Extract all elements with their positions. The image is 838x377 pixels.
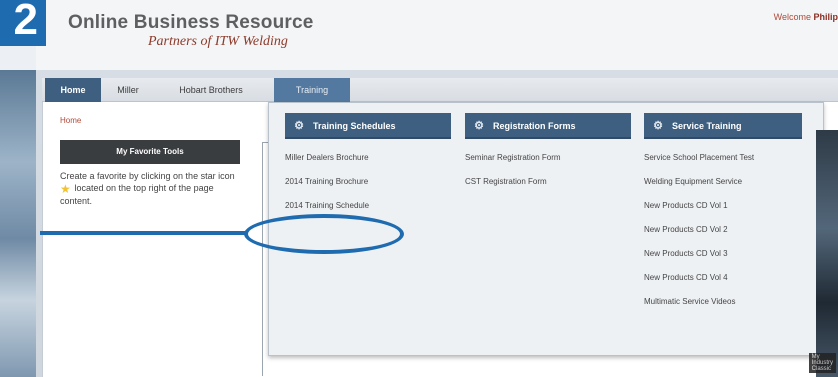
dropdown-link[interactable]: New Products CD Vol 4 xyxy=(644,272,802,296)
column-heading: ⚙ Training Schedules xyxy=(285,113,451,139)
dropdown-column-service-training: ⚙ Service Training Service School Placeme… xyxy=(644,113,802,320)
column-heading-label: Registration Forms xyxy=(493,121,576,131)
callout-highlight-oval xyxy=(244,214,404,254)
welcome-prefix: Welcome xyxy=(773,12,811,22)
favorites-help-text: Create a favorite by clicking on the sta… xyxy=(60,170,240,207)
dropdown-link[interactable]: Welding Equipment Service xyxy=(644,176,802,200)
site-tagline: Partners of ITW Welding xyxy=(148,34,288,49)
column-heading: ⚙ Service Training xyxy=(644,113,802,139)
background-right-photo: My Industry Classic xyxy=(808,130,838,377)
dropdown-link[interactable]: New Products CD Vol 2 xyxy=(644,224,802,248)
link-list: Miller Dealers Brochure 2014 Training Br… xyxy=(285,152,451,224)
breadcrumb[interactable]: Home xyxy=(60,116,81,125)
column-heading: ⚙ Registration Forms xyxy=(465,113,631,139)
nav-training[interactable]: Training xyxy=(274,78,350,102)
dropdown-link[interactable]: Multimatic Service Videos xyxy=(644,296,802,320)
page: Online Business Resource Partners of ITW… xyxy=(36,0,838,377)
step-number-badge: 2 xyxy=(0,0,46,46)
welcome-username[interactable]: Philip xyxy=(814,12,838,22)
column-heading-label: Training Schedules xyxy=(313,121,396,131)
dropdown-link[interactable]: Service School Placement Test xyxy=(644,152,802,176)
nav-home[interactable]: Home xyxy=(45,78,101,102)
gear-icon: ⚙ xyxy=(474,120,484,132)
favorites-text-part2: located on the top right of the page con… xyxy=(60,183,214,206)
nav-bar: Home Miller Hobart Brothers Training xyxy=(42,78,838,102)
dropdown-link[interactable]: Seminar Registration Form xyxy=(465,152,631,176)
dropdown-link[interactable]: New Products CD Vol 1 xyxy=(644,200,802,224)
gear-icon: ⚙ xyxy=(294,120,304,132)
background-left-photo xyxy=(0,70,40,377)
star-icon: ★ xyxy=(60,182,71,196)
nav-hobart-brothers[interactable]: Hobart Brothers xyxy=(156,78,266,102)
favorites-text-part1: Create a favorite by clicking on the sta… xyxy=(60,171,235,181)
dropdown-link[interactable]: Miller Dealers Brochure xyxy=(285,152,451,176)
dropdown-link[interactable]: CST Registration Form xyxy=(465,176,631,200)
welcome-text: Welcome Philip xyxy=(774,12,838,22)
nav-miller[interactable]: Miller xyxy=(108,78,148,102)
dropdown-link[interactable]: 2014 Training Brochure xyxy=(285,176,451,200)
dropdown-column-training-schedules: ⚙ Training Schedules Miller Dealers Broch… xyxy=(285,113,451,224)
header: Online Business Resource Partners of ITW… xyxy=(36,0,838,70)
favorites-title: My Favorite Tools xyxy=(60,140,240,164)
corner-label: My Industry Classic xyxy=(808,353,836,373)
link-list: Seminar Registration Form CST Registrati… xyxy=(465,152,631,200)
link-list: Service School Placement Test Welding Eq… xyxy=(644,152,802,320)
column-heading-label: Service Training xyxy=(672,121,742,131)
dropdown-link[interactable]: New Products CD Vol 3 xyxy=(644,248,802,272)
gear-icon: ⚙ xyxy=(653,120,663,132)
favorites-panel: My Favorite Tools Create a favorite by c… xyxy=(60,140,240,207)
site-title[interactable]: Online Business Resource xyxy=(68,12,314,34)
dropdown-column-registration-forms: ⚙ Registration Forms Seminar Registration… xyxy=(465,113,631,200)
callout-line xyxy=(40,231,248,235)
